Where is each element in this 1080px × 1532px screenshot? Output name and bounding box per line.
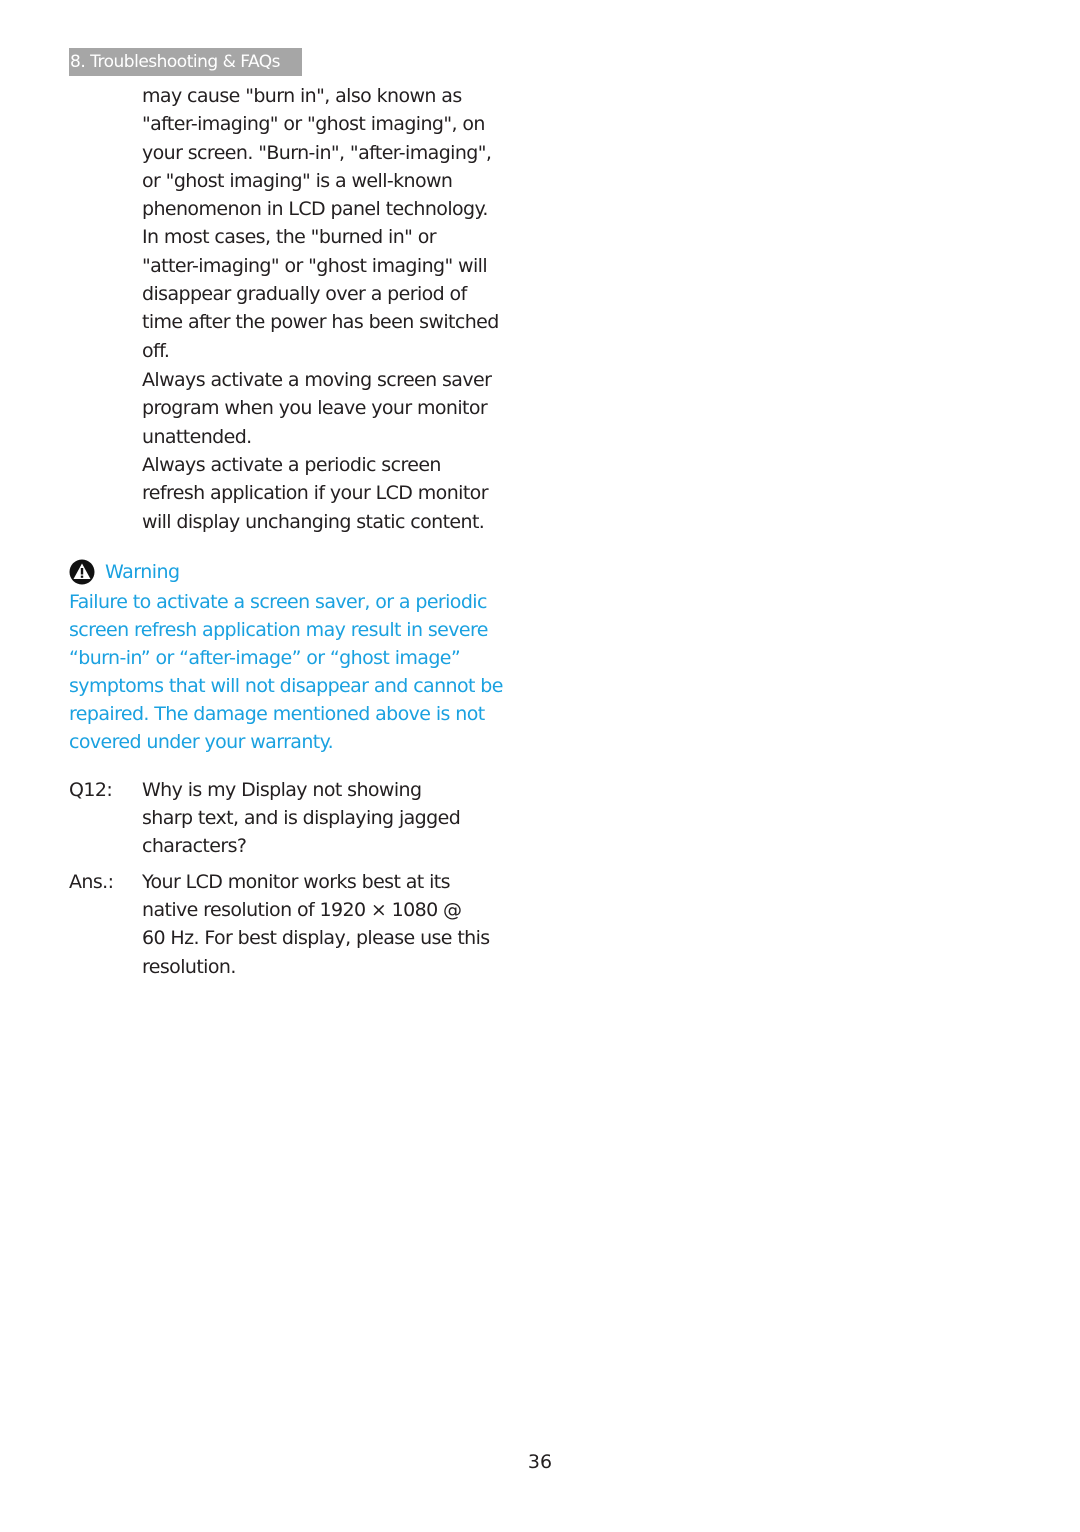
answer-label: Ans.: <box>69 871 114 893</box>
paragraph-line: "atter-imaging" or "ghost imaging" will <box>142 254 488 277</box>
paragraph-line: your screen. "Burn-in", "after-imaging", <box>142 141 492 164</box>
refresh-tip-paragraph: Always activate a periodic screen refres… <box>142 451 522 536</box>
question-line: Why is my Display not showing <box>142 779 422 801</box>
warning-line: screen refresh application may result in… <box>69 619 488 641</box>
section-header: 8. Troubleshooting & FAQs <box>69 48 302 76</box>
question-label: Q12: <box>69 779 113 801</box>
paragraph-line: disappear gradually over a period of <box>142 283 467 306</box>
answer-line: native resolution of 1920 × 1080 @ <box>142 899 462 922</box>
paragraph-line: off. <box>142 339 170 362</box>
warning-line: “burn-in” or “after-image” or “ghost ima… <box>69 647 461 669</box>
warning-title: Warning <box>105 561 180 583</box>
question-line: sharp text, and is displaying jagged <box>142 807 461 830</box>
answer-line: Your LCD monitor works best at its <box>142 871 451 893</box>
paragraph-line: phenomenon in LCD panel technology. <box>142 198 488 221</box>
warning-triangle-icon <box>69 559 95 585</box>
paragraph-line: may cause "burn in", also known as <box>142 85 462 107</box>
warning-line: Failure to activate a screen saver, or a… <box>69 591 487 613</box>
section-title: 8. Troubleshooting & FAQs <box>70 52 281 72</box>
paragraph-line: will display unchanging static content. <box>142 510 485 533</box>
warning-text: Failure to activate a screen saver, or a… <box>69 588 529 756</box>
paragraph-line: program when you leave your monitor <box>142 397 488 420</box>
paragraph-line: unattended. <box>142 425 252 448</box>
answer-line: resolution. <box>142 955 236 978</box>
paragraph-line: Always activate a periodic screen <box>142 454 441 476</box>
burn-in-explanation-paragraph: may cause "burn in", also known as "afte… <box>142 82 522 365</box>
paragraph-line: refresh application if your LCD monitor <box>142 482 489 505</box>
page-number: 36 <box>527 1451 553 1473</box>
paragraph-line: Always activate a moving screen saver <box>142 369 492 391</box>
warning-line: covered under your warranty. <box>69 731 334 753</box>
warning-line: symptoms that will not disappear and can… <box>69 675 503 697</box>
warning-line: repaired. The damage mentioned above is … <box>69 703 485 725</box>
screensaver-tip-paragraph: Always activate a moving screen saver pr… <box>142 366 522 451</box>
paragraph-line: time after the power has been switched <box>142 311 499 334</box>
question-text: Why is my Display not showing sharp text… <box>142 776 461 861</box>
paragraph-line: "after-imaging" or "ghost imaging", on <box>142 113 485 136</box>
warning-heading: Warning <box>69 558 180 586</box>
paragraph-line: In most cases, the "burned in" or <box>142 226 437 249</box>
question-line: characters? <box>142 835 247 858</box>
answer-line: 60 Hz. For best display, please use this <box>142 927 490 950</box>
answer-text: Your LCD monitor works best at its nativ… <box>142 868 490 981</box>
paragraph-line: or "ghost imaging" is a well-known <box>142 169 453 192</box>
